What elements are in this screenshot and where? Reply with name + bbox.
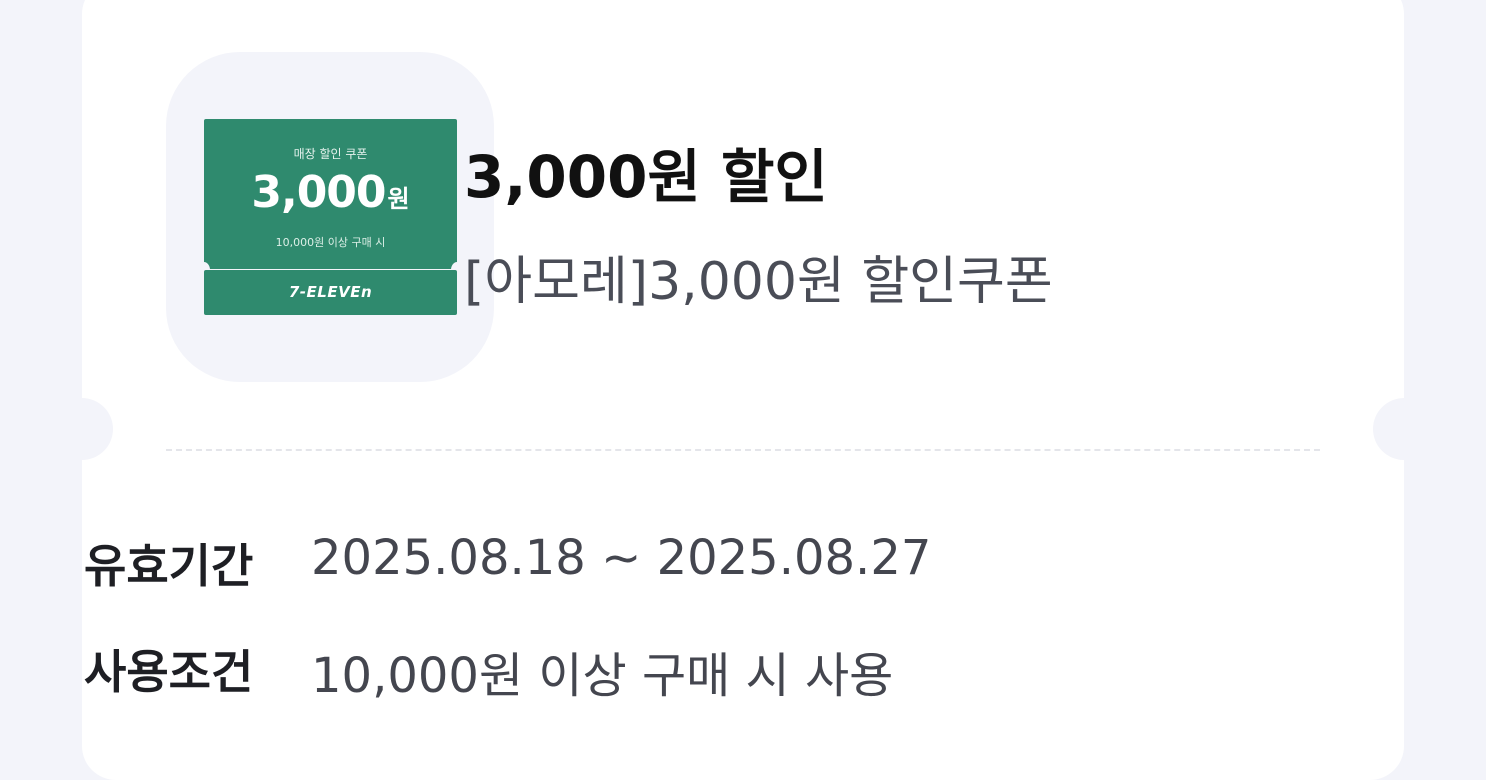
coupon-image: 매장 할인 쿠폰 3,000원 10,000원 이상 구매 시 7-ELEVEn <box>198 119 463 315</box>
coupon-image-amount: 3,000원 <box>204 167 457 218</box>
coupon-image-amount-unit: 원 <box>387 185 410 213</box>
coupon-image-condition: 10,000원 이상 구매 시 <box>275 236 386 249</box>
validity-value: 2025.08.18 ~ 2025.08.27 <box>311 530 932 586</box>
dashed-divider <box>166 449 1320 451</box>
coupon-image-amount-number: 3,000 <box>251 167 386 218</box>
coupon-image-label: 매장 할인 쿠폰 <box>293 147 368 161</box>
ticket-notch-left <box>51 398 113 460</box>
coupon-subtitle: [아모레]3,000원 할인쿠폰 <box>464 252 1053 312</box>
condition-value: 10,000원 이상 구매 시 사용 <box>311 648 894 704</box>
ticket-notch-right <box>1373 398 1435 460</box>
brand-logo: 7-ELEVEn <box>288 283 373 301</box>
validity-label: 유효기간 <box>84 539 254 593</box>
coupon-image-top: 매장 할인 쿠폰 3,000원 10,000원 이상 구매 시 <box>204 119 457 269</box>
coupon-image-bottom: 7-ELEVEn <box>204 270 457 315</box>
coupon-title: 3,000원 할인 <box>464 143 828 211</box>
coupon-thumbnail: 매장 할인 쿠폰 3,000원 10,000원 이상 구매 시 7-ELEVEn <box>166 52 494 382</box>
condition-label: 사용조건 <box>84 645 254 699</box>
